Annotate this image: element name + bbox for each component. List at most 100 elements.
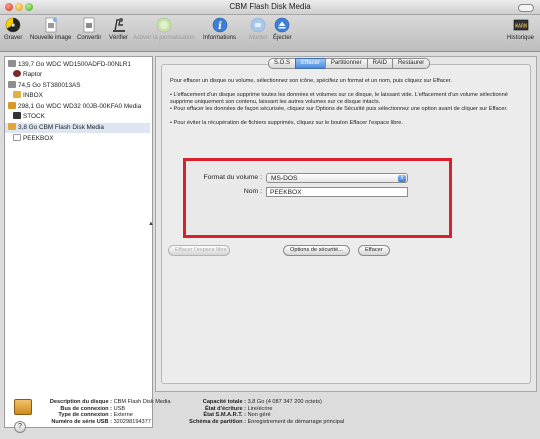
eject-label: Éjecter	[273, 35, 292, 41]
info-key: Capacité totale :	[202, 399, 246, 405]
enable-journaling-button[interactable]: Activer la journalisation	[133, 17, 195, 41]
info-key: Numéro de série USB :	[51, 418, 112, 425]
title-bar: CBM Flash Disk Media	[0, 0, 540, 15]
info-key: État S.M.A.R.T. :	[203, 412, 246, 419]
erase-free-space-button[interactable]: Effacer l’espace libre	[168, 245, 230, 256]
volume-icon	[13, 112, 21, 119]
erase-bullet-3: • Pour éviter la récupération de fichier…	[170, 120, 403, 126]
history-label: Historique	[507, 35, 535, 41]
sidebar-item-st380013as[interactable]: 74,5 Go ST380013AS	[8, 81, 81, 91]
hard-disk-icon	[8, 81, 16, 88]
erase-intro-text: Pour effacer un disque ou volume, sélect…	[170, 78, 452, 84]
volume-icon	[13, 70, 21, 77]
format-form-highlight: Format du volume : MS-DOS ⇕ Nom : PEEKBO…	[183, 158, 452, 238]
tab-erase[interactable]: Effacer	[295, 58, 326, 69]
volume-icon	[13, 134, 21, 141]
information-button[interactable]: i Informations	[203, 17, 236, 41]
format-select[interactable]: MS-DOS ⇕	[266, 173, 408, 183]
sidebar-item-inbox[interactable]: INBOX	[13, 91, 43, 101]
info-value: Enregistrement de démarrage principal	[247, 418, 345, 425]
information-label: Informations	[203, 35, 237, 41]
sidebar-item-stock[interactable]: STOCK	[13, 112, 45, 122]
name-label: Nom :	[243, 188, 262, 195]
disk-list-sidebar: 139,7 Go WDC WD1500ADFD-00NLR1 Raptor 74…	[4, 56, 153, 428]
verify-icon	[112, 18, 125, 32]
new-image-button[interactable]: Nouvelle image	[30, 17, 71, 41]
info-value: CBM Flash Disk Media	[113, 399, 171, 405]
info-key: Schéma de partition :	[189, 418, 246, 425]
sidebar-item-label: INBOX	[23, 92, 43, 99]
convert-button[interactable]: Convertir	[77, 17, 101, 41]
sidebar-item-wdc-1500[interactable]: 139,7 Go WDC WD1500ADFD-00NLR1	[8, 60, 131, 70]
sidebar-item-wdc-3200[interactable]: 298,1 Go WDC WD32 00JB-00KFA0 Media	[8, 102, 141, 112]
info-value: Lire/écrire	[247, 405, 273, 412]
info-key: Bus de connexion :	[60, 405, 112, 412]
security-options-button[interactable]: Options de sécurité...	[283, 245, 350, 256]
erase-bullet-1: • L’effacement d’un disque supprime tout…	[170, 92, 508, 105]
info-value: 3,8 Go (4 087 347 200 octets)	[247, 399, 322, 405]
svg-text:i: i	[218, 21, 222, 32]
sidebar-item-label: 3,8 Go CBM Flash Disk Media	[18, 124, 104, 131]
sidebar-item-raptor[interactable]: Raptor	[13, 70, 42, 80]
burn-label: Graver	[4, 35, 23, 41]
flash-disk-icon	[14, 399, 32, 415]
verify-button[interactable]: Vérifier	[109, 17, 128, 41]
log-icon: WARN	[513, 19, 528, 31]
window-title: CBM Flash Disk Media	[229, 2, 311, 11]
info-key: Type de connexion :	[58, 412, 112, 419]
sidebar-item-label: 139,7 Go WDC WD1500ADFD-00NLR1	[18, 61, 131, 68]
journaling-icon	[156, 17, 172, 33]
tab-first-aid[interactable]: S.O.S	[268, 58, 297, 69]
format-select-value: MS-DOS	[271, 175, 298, 182]
disk-info-left: Description du disque : CBM Flash Disk M…	[36, 399, 171, 425]
info-value: USB	[113, 405, 126, 412]
info-value: Externe	[113, 412, 133, 419]
volume-name-input[interactable]: PEEKBOX	[266, 187, 408, 197]
burn-icon	[5, 17, 21, 33]
eject-button[interactable]: Éjecter	[273, 17, 292, 41]
main-panel: Pour effacer un disque ou volume, sélect…	[155, 56, 537, 392]
svg-text:WARN: WARN	[514, 24, 526, 30]
format-label: Format du volume :	[203, 174, 262, 181]
folder-volume-icon	[13, 91, 21, 98]
sidebar-item-cbm-flash-disk[interactable]: 3,8 Go CBM Flash Disk Media	[5, 123, 150, 133]
disk-info-right: Capacité totale : 3,8 Go (4 087 347 200 …	[170, 399, 344, 425]
sidebar-resize-handle-icon[interactable]: ▲	[148, 221, 154, 227]
tab-raid[interactable]: RAID	[366, 58, 393, 69]
info-value: Non géré	[247, 412, 271, 419]
history-button[interactable]: WARN Historique	[507, 17, 534, 41]
burn-button[interactable]: Graver	[4, 17, 22, 41]
disk-info-bar: ? Description du disque : CBM Flash Disk…	[0, 390, 540, 439]
eject-icon	[275, 17, 290, 33]
new-image-label: Nouvelle image	[30, 35, 72, 41]
tab-partition[interactable]: Partitionner	[324, 58, 368, 69]
hard-disk-icon	[8, 60, 16, 67]
mount-button[interactable]: Monter	[249, 17, 268, 41]
info-value: 320298194377	[113, 418, 151, 425]
tab-restore[interactable]: Restaurer	[391, 58, 431, 69]
sidebar-item-label: 298,1 Go WDC WD32 00JB-00KFA0 Media	[18, 103, 142, 110]
chevron-updown-icon: ⇕	[398, 175, 406, 182]
tab-bar: S.O.S Effacer Partitionner RAID Restaure…	[268, 58, 431, 69]
toolbar: Graver Nouvelle image Convertir Vérifier…	[0, 15, 540, 52]
sidebar-item-label: PEEKBOX	[23, 135, 54, 142]
convert-icon	[83, 17, 95, 33]
info-key: Description du disque :	[49, 399, 112, 405]
sidebar-item-label: 74,5 Go ST380013AS	[18, 82, 81, 89]
verify-label: Vérifier	[109, 35, 129, 41]
erase-bullet-2: • Pour effacer les données de façon sécu…	[170, 106, 508, 112]
toolbar-toggle-button[interactable]	[518, 4, 534, 12]
new-image-icon	[45, 17, 57, 33]
enable-journaling-label: Activer la journalisation	[133, 35, 195, 41]
sidebar-item-peekbox[interactable]: PEEKBOX	[13, 134, 54, 144]
mount-icon	[251, 17, 266, 33]
convert-label: Convertir	[77, 35, 102, 41]
sidebar-item-label: STOCK	[23, 113, 45, 120]
mount-label: Monter	[249, 35, 268, 41]
help-button[interactable]: ?	[14, 421, 26, 433]
info-icon: i	[212, 17, 227, 33]
sidebar-item-label: Raptor	[23, 71, 43, 78]
external-disk-icon	[8, 102, 16, 109]
flash-disk-icon	[8, 123, 16, 130]
erase-button[interactable]: Effacer	[358, 245, 390, 256]
